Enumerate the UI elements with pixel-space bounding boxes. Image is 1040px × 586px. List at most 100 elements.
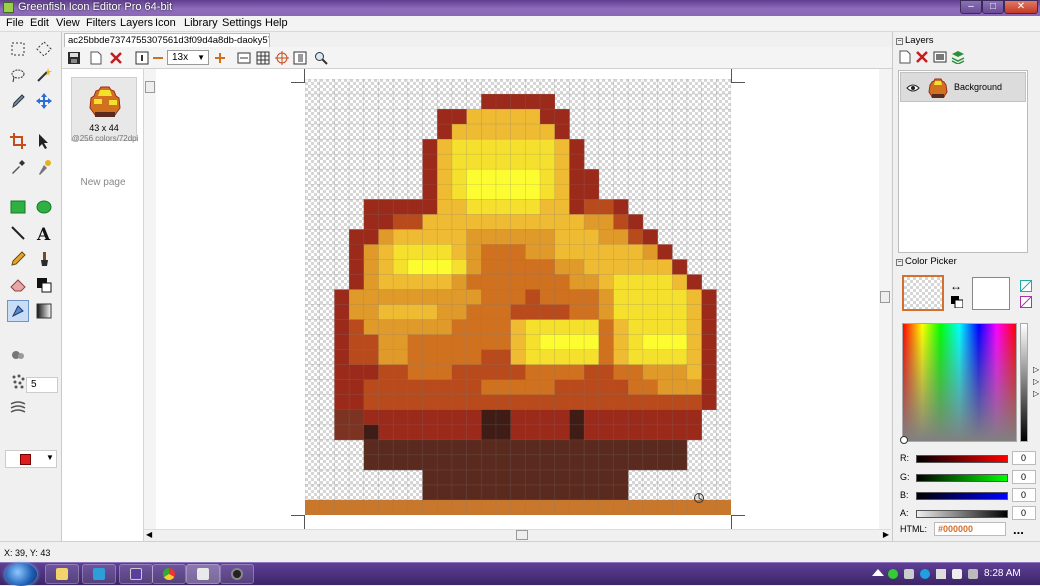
- blue-slider[interactable]: [916, 492, 1008, 500]
- grid-toggle-icon[interactable]: [255, 50, 271, 66]
- merge-layers-icon[interactable]: [951, 50, 965, 64]
- chrome-icon[interactable]: [152, 564, 186, 584]
- lasso-icon[interactable]: [7, 64, 29, 86]
- canvas-area[interactable]: [144, 69, 891, 529]
- inverted-color-icon[interactable]: [1020, 296, 1032, 308]
- menu-view[interactable]: View: [56, 17, 80, 29]
- magic-wand-icon[interactable]: [33, 64, 55, 86]
- resize-handle-icon[interactable]: [693, 492, 705, 504]
- alpha-slider[interactable]: [916, 510, 1008, 518]
- pixel-grid[interactable]: [305, 79, 731, 515]
- skype-icon[interactable]: [920, 569, 930, 579]
- blend-icon[interactable]: [7, 396, 29, 418]
- ellipse-icon[interactable]: [33, 196, 55, 218]
- spray-icon[interactable]: [7, 370, 29, 392]
- scroll-thumb[interactable]: [516, 530, 528, 540]
- spectrum-cursor[interactable]: [900, 436, 908, 444]
- zoom-select[interactable]: 13x ▼: [167, 50, 209, 65]
- pointer-icon[interactable]: [33, 130, 55, 152]
- gradient-fill-icon[interactable]: [7, 300, 29, 322]
- brush-icon[interactable]: [33, 248, 55, 270]
- tray-window-icon[interactable]: [936, 569, 946, 579]
- delete-icon[interactable]: [108, 50, 124, 66]
- clock[interactable]: 8:28 AM: [984, 568, 1021, 579]
- vertical-scrollbar[interactable]: [879, 69, 891, 529]
- lum-arrow-icon[interactable]: ▷: [1033, 377, 1039, 386]
- rect-select-icon[interactable]: [7, 38, 29, 60]
- menu-file[interactable]: File: [6, 17, 24, 29]
- left-scrollbar[interactable]: [144, 69, 156, 529]
- center-guide-icon[interactable]: [274, 50, 290, 66]
- icon-editor-icon[interactable]: [82, 564, 116, 584]
- text-icon[interactable]: A: [33, 222, 55, 244]
- document-tab[interactable]: ac25bbde7374755307561d3f09d4a8db-daoky57…: [64, 33, 270, 47]
- zoom-out-icon[interactable]: [150, 50, 166, 66]
- reset-colors-icon[interactable]: [951, 296, 963, 308]
- media-icon[interactable]: [119, 564, 153, 584]
- delete-layer-icon[interactable]: [915, 50, 929, 64]
- menu-filters[interactable]: Filters: [86, 17, 116, 29]
- horizontal-scrollbar[interactable]: ◀ ▶: [144, 529, 891, 541]
- collapse-icon[interactable]: −: [896, 259, 903, 266]
- color-picker-header[interactable]: − Color Picker: [896, 256, 957, 267]
- menu-settings[interactable]: Settings: [222, 17, 262, 29]
- tray-network-icon[interactable]: [904, 569, 914, 579]
- color-spectrum[interactable]: [900, 323, 1017, 444]
- close-button[interactable]: ✕: [1004, 0, 1038, 14]
- collapse-icon[interactable]: −: [896, 38, 903, 45]
- fit-width-icon[interactable]: [236, 50, 252, 66]
- secondary-color-box[interactable]: [972, 277, 1010, 310]
- move-icon[interactable]: [33, 90, 55, 112]
- menu-layers[interactable]: Layers: [120, 17, 153, 29]
- layer-properties-icon[interactable]: [933, 50, 947, 64]
- color-selector[interactable]: ▼: [5, 450, 57, 468]
- start-button[interactable]: [5, 563, 37, 586]
- swap-colors-icon[interactable]: ↔: [950, 279, 962, 293]
- crop-icon[interactable]: [7, 130, 29, 152]
- line-icon[interactable]: [7, 222, 29, 244]
- alpha-value[interactable]: 0: [1012, 506, 1036, 520]
- pen-icon[interactable]: [7, 90, 29, 112]
- red-slider[interactable]: [916, 455, 1008, 463]
- color-replace-icon[interactable]: [33, 156, 55, 178]
- search-icon[interactable]: [313, 50, 329, 66]
- scroll-thumb[interactable]: [145, 81, 155, 93]
- pencil-icon[interactable]: [7, 248, 29, 270]
- new-layer-icon[interactable]: [898, 50, 912, 64]
- lum-arrow-icon[interactable]: ▷: [1033, 365, 1039, 374]
- page-thumbnail[interactable]: 43 x 44 @256 colors/72dpi: [71, 77, 138, 143]
- menu-icon[interactable]: Icon: [155, 17, 176, 29]
- primary-color-box[interactable]: [902, 275, 944, 311]
- minimize-button[interactable]: –: [960, 0, 982, 14]
- brush-size-field[interactable]: 5: [26, 377, 58, 393]
- maximize-button[interactable]: □: [982, 0, 1004, 14]
- eraser-icon[interactable]: [7, 274, 29, 296]
- blue-value[interactable]: 0: [1012, 488, 1036, 502]
- tray-app-icon[interactable]: [888, 569, 898, 579]
- html-color-field[interactable]: #000000: [934, 522, 1006, 536]
- flag-icon[interactable]: [952, 569, 962, 579]
- luminance-slider[interactable]: [1020, 323, 1028, 442]
- camera-icon[interactable]: [220, 564, 254, 584]
- new-page-icon[interactable]: [88, 50, 104, 66]
- transparent-color-icon[interactable]: [1020, 280, 1032, 292]
- layer-item[interactable]: Background: [900, 72, 1026, 102]
- menu-help[interactable]: Help: [265, 17, 288, 29]
- green-value[interactable]: 0: [1012, 470, 1036, 484]
- red-value[interactable]: 0: [1012, 451, 1036, 465]
- volume-icon[interactable]: [968, 569, 978, 579]
- save-icon[interactable]: [66, 50, 82, 66]
- menu-edit[interactable]: Edit: [30, 17, 49, 29]
- show-hidden-icons[interactable]: [872, 569, 884, 576]
- zoom-in-icon[interactable]: [212, 50, 228, 66]
- more-options-button[interactable]: ...: [1013, 522, 1024, 537]
- scroll-thumb[interactable]: [880, 291, 890, 303]
- scroll-left-arrow[interactable]: ◀: [146, 530, 152, 539]
- eye-icon[interactable]: [906, 83, 920, 93]
- eyedropper-icon[interactable]: [7, 156, 29, 178]
- green-slider[interactable]: [916, 474, 1008, 482]
- new-page-link[interactable]: New page: [62, 177, 144, 188]
- layers-panel-header[interactable]: − Layers: [896, 35, 934, 46]
- fill-bucket-icon[interactable]: [33, 274, 55, 296]
- menu-library[interactable]: Library: [184, 17, 218, 29]
